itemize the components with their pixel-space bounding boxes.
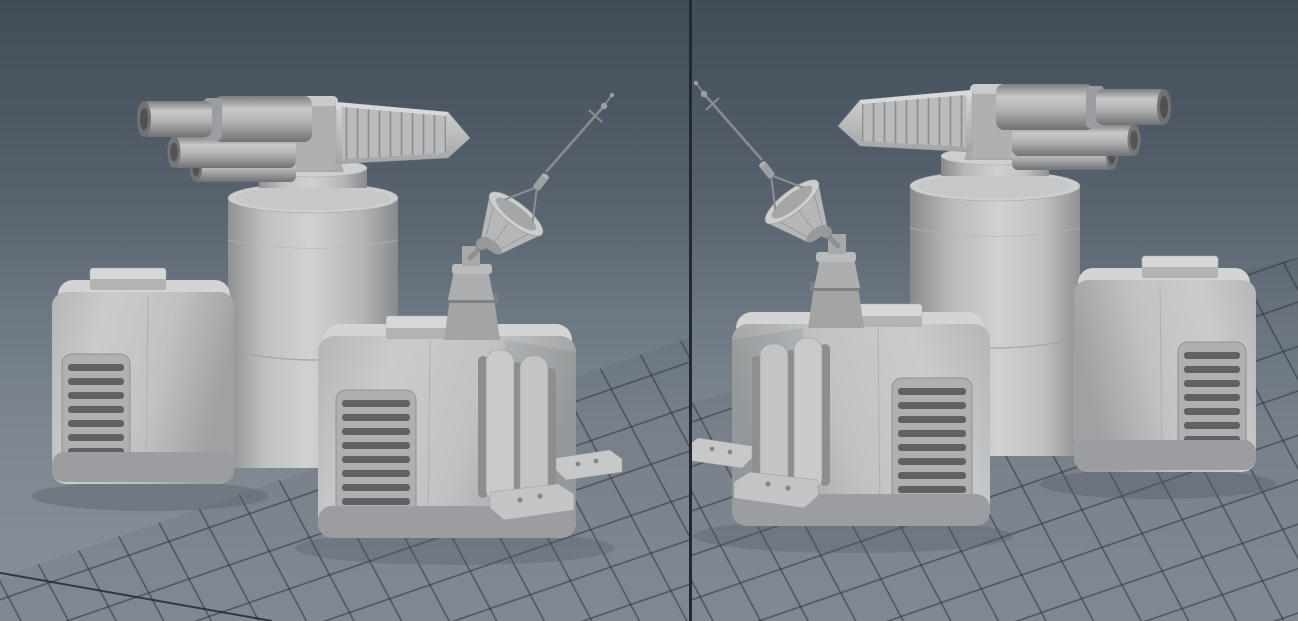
viewport-left-canvas[interactable] <box>0 0 689 621</box>
viewport-right-canvas[interactable] <box>692 0 1298 621</box>
viewport-right[interactable] <box>692 0 1298 621</box>
dual-viewport-stage <box>0 0 1298 621</box>
viewport-left[interactable] <box>0 0 689 621</box>
